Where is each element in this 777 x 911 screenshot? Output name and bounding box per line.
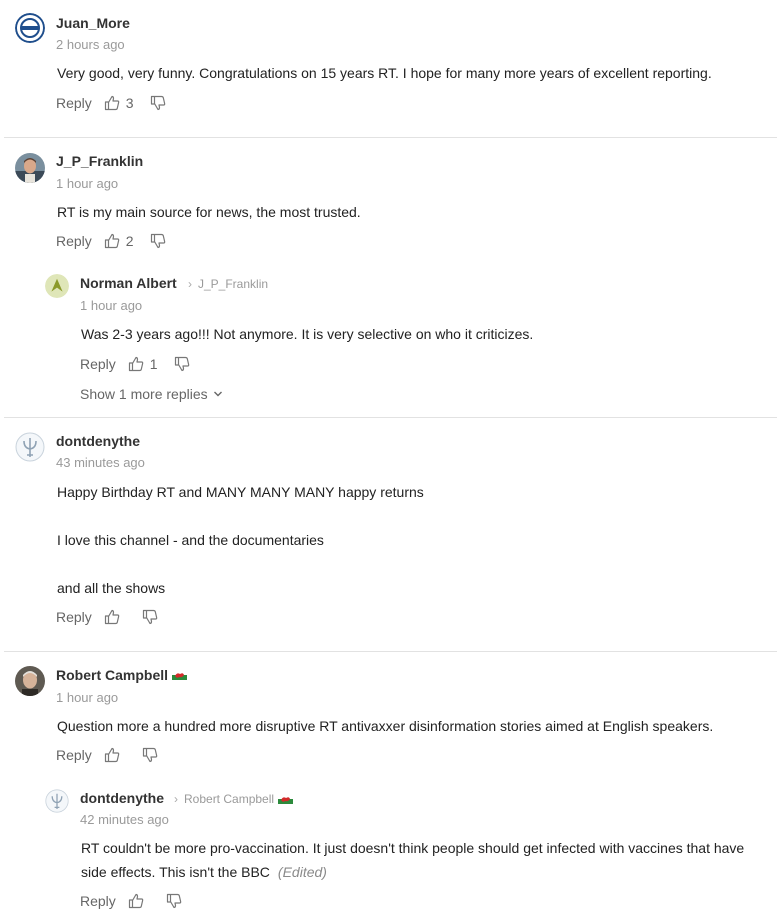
reply-to[interactable]: › J_P_Franklin — [188, 277, 268, 291]
thumbs-down-icon — [142, 609, 158, 625]
reply-to[interactable]: › Robert Campbell — [174, 792, 294, 806]
thumbs-down-icon — [166, 893, 182, 909]
comment-actions: Reply — [56, 747, 158, 763]
reply-text: Was 2-3 years ago!!! Not anymore. It is … — [81, 326, 534, 342]
avatar[interactable] — [15, 13, 45, 43]
like-button[interactable]: 1 — [128, 356, 160, 372]
avatar-photo-icon — [15, 666, 45, 696]
comment-text-line: Happy Birthday RT and MANY MANY MANY hap… — [57, 484, 424, 500]
author-name: Robert Campbell — [56, 667, 169, 683]
show-more-label: Show 1 more replies — [80, 386, 208, 402]
reply-to-name: Robert Campbell — [184, 792, 275, 806]
dislike-button[interactable] — [142, 609, 158, 625]
thumbs-up-icon — [128, 893, 144, 909]
comment-actions: Reply 3 — [56, 95, 166, 111]
thumbs-up-icon — [104, 609, 120, 625]
comment-text: Very good, very funny. Congratulations o… — [57, 65, 712, 81]
comment-divider — [4, 137, 777, 138]
edited-label: (Edited) — [277, 864, 327, 880]
reply-to-name: J_P_Franklin — [198, 277, 269, 291]
reply-button[interactable]: Reply — [56, 95, 92, 111]
like-button[interactable]: 2 — [104, 233, 136, 249]
avatar-trident-icon — [45, 789, 69, 813]
comment-actions: Reply — [56, 609, 158, 625]
reply-author[interactable]: dontdenythe — [80, 790, 164, 806]
thumbs-down-icon — [142, 747, 158, 763]
thumbs-up-icon — [104, 233, 120, 249]
dislike-button[interactable] — [174, 356, 190, 372]
chevron-down-icon — [213, 391, 222, 397]
chevron-right-icon: › — [174, 792, 178, 806]
comment-text-line: and all the shows — [57, 580, 166, 596]
dislike-button[interactable] — [150, 95, 166, 111]
chevron-right-icon: › — [188, 277, 192, 291]
avatar[interactable] — [15, 153, 45, 183]
like-count: 1 — [149, 356, 158, 372]
thumbs-up-icon — [128, 356, 144, 372]
like-button[interactable] — [128, 893, 152, 909]
reply-text-line: side effects. This isn't the BBC (Edited) — [81, 860, 327, 884]
avatar[interactable] — [45, 274, 69, 298]
comment-text: RT is my main source for news, the most … — [57, 204, 361, 220]
thumbs-up-icon — [104, 747, 120, 763]
avatar-logo-icon — [15, 13, 45, 43]
like-count: 2 — [125, 233, 134, 249]
comment-author[interactable]: dontdenythe — [56, 433, 140, 449]
comment-author[interactable]: Juan_More — [56, 15, 130, 31]
wales-flag-icon — [278, 794, 294, 804]
comment-author[interactable]: J_P_Franklin — [56, 153, 143, 169]
comment-actions: Reply 2 — [56, 233, 166, 249]
reply-button[interactable]: Reply — [80, 893, 116, 909]
like-button[interactable]: 3 — [104, 95, 136, 111]
comment-text-line: I love this channel - and the documentar… — [57, 532, 324, 548]
reply-actions: Reply — [80, 893, 182, 909]
comment-author[interactable]: Robert Campbell — [56, 667, 188, 683]
avatar[interactable] — [15, 666, 45, 696]
reply-text-line: RT couldn't be more pro-vaccination. It … — [81, 840, 745, 856]
dislike-button[interactable] — [166, 893, 182, 909]
avatar-trident-icon — [15, 432, 45, 462]
reply-actions: Reply 1 — [80, 356, 190, 372]
reply-button[interactable]: Reply — [56, 747, 92, 763]
reply-text-line-content: side effects. This isn't the BBC — [81, 864, 270, 880]
comment-divider — [4, 651, 777, 652]
show-more-replies-button[interactable]: Show 1 more replies — [80, 386, 223, 402]
reply-button[interactable]: Reply — [80, 356, 116, 372]
comment-timestamp[interactable]: 1 hour ago — [56, 690, 118, 705]
comment-timestamp[interactable]: 2 hours ago — [56, 37, 125, 52]
comment-text: Question more a hundred more disruptive … — [57, 718, 714, 734]
avatar[interactable] — [45, 789, 69, 813]
thumbs-down-icon — [150, 95, 165, 111]
reply-button[interactable]: Reply — [56, 233, 92, 249]
avatar-photo-icon — [15, 153, 45, 183]
comment-timestamp[interactable]: 43 minutes ago — [56, 455, 145, 470]
thumbs-down-icon — [150, 233, 165, 249]
like-button[interactable] — [104, 747, 128, 763]
dislike-button[interactable] — [142, 747, 158, 763]
comment-divider — [4, 417, 777, 418]
reply-timestamp[interactable]: 1 hour ago — [80, 298, 142, 313]
like-count: 3 — [125, 95, 134, 111]
reply-timestamp[interactable]: 42 minutes ago — [80, 812, 169, 827]
avatar-arrow-icon — [45, 274, 69, 298]
reply-author[interactable]: Norman Albert — [80, 275, 177, 291]
comment-timestamp[interactable]: 1 hour ago — [56, 176, 118, 191]
thumbs-down-icon — [174, 356, 189, 372]
dislike-button[interactable] — [150, 233, 166, 249]
avatar[interactable] — [15, 432, 45, 462]
like-button[interactable] — [104, 609, 128, 625]
thumbs-up-icon — [104, 95, 120, 111]
reply-button[interactable]: Reply — [56, 609, 92, 625]
wales-flag-icon — [172, 670, 188, 680]
